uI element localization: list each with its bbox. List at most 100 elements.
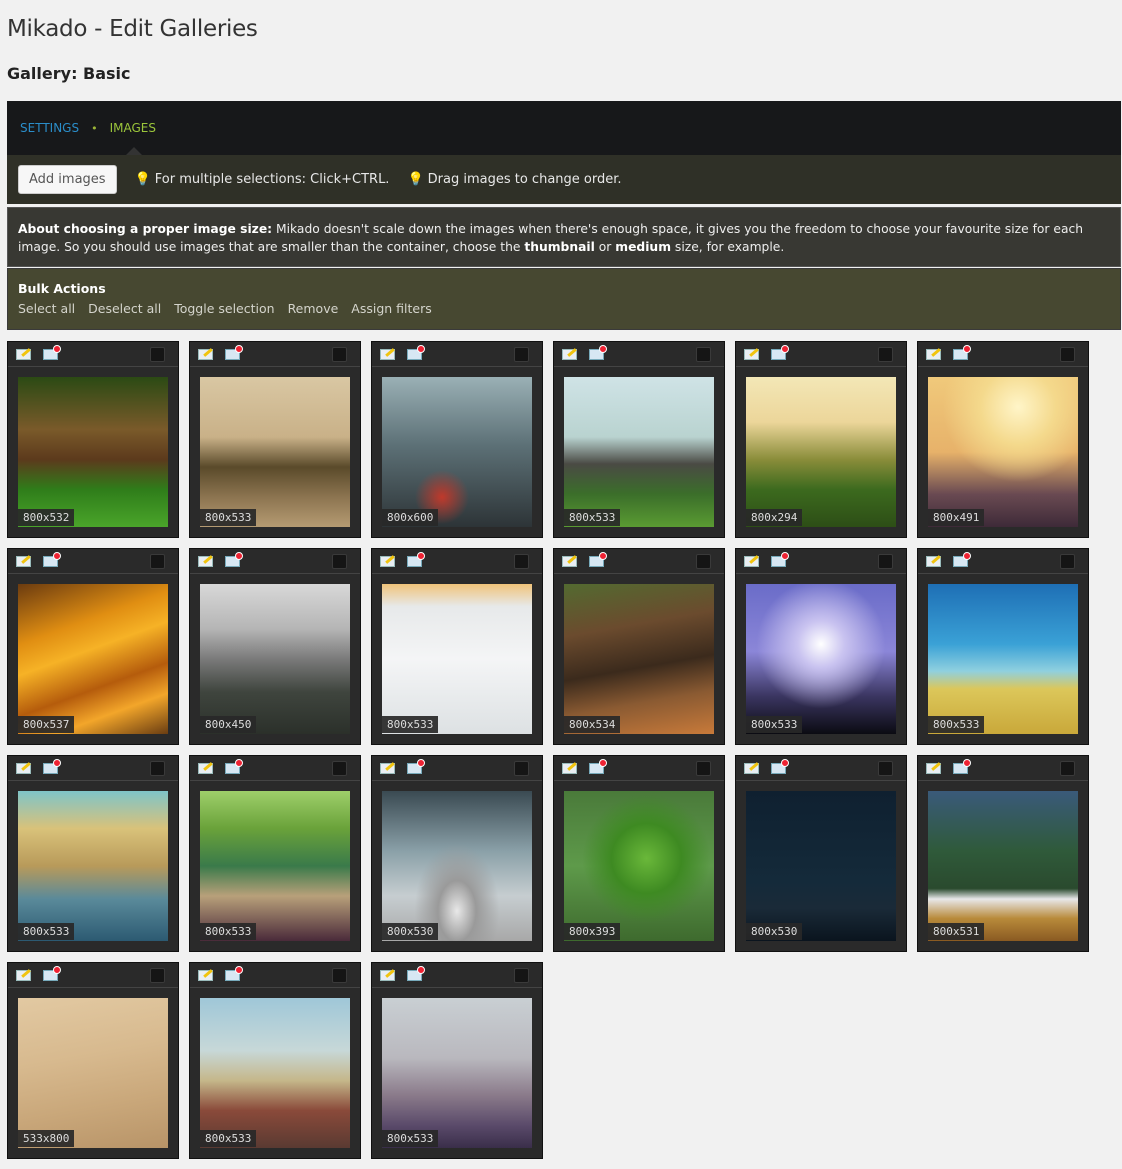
image-thumbnail[interactable] <box>382 791 532 941</box>
image-card[interactable]: 800x491 <box>917 341 1089 538</box>
edit-image-icon[interactable] <box>744 763 759 774</box>
image-thumbnail[interactable] <box>746 377 896 527</box>
delete-image-icon[interactable] <box>771 759 789 774</box>
select-image-checkbox[interactable] <box>514 554 529 569</box>
add-images-button[interactable]: Add images <box>18 165 117 194</box>
edit-image-icon[interactable] <box>562 763 577 774</box>
select-image-checkbox[interactable] <box>1060 554 1075 569</box>
image-thumbnail[interactable] <box>200 998 350 1148</box>
image-card[interactable]: 800x450 <box>189 548 361 745</box>
select-image-checkbox[interactable] <box>332 347 347 362</box>
select-image-checkbox[interactable] <box>514 968 529 983</box>
select-image-checkbox[interactable] <box>332 968 347 983</box>
image-card[interactable]: 800x533 <box>189 341 361 538</box>
assign-filters-link[interactable]: Assign filters <box>351 301 431 316</box>
image-card[interactable]: 800x393 <box>553 755 725 952</box>
delete-image-icon[interactable] <box>953 552 971 567</box>
delete-image-icon[interactable] <box>43 552 61 567</box>
edit-image-icon[interactable] <box>380 556 395 567</box>
edit-image-icon[interactable] <box>16 556 31 567</box>
edit-image-icon[interactable] <box>380 349 395 360</box>
select-image-checkbox[interactable] <box>696 761 711 776</box>
image-thumbnail[interactable] <box>200 791 350 941</box>
edit-image-icon[interactable] <box>380 763 395 774</box>
image-card[interactable]: 800x533 <box>7 755 179 952</box>
image-card[interactable]: 800x533 <box>735 548 907 745</box>
delete-image-icon[interactable] <box>953 759 971 774</box>
image-card[interactable]: 800x532 <box>7 341 179 538</box>
edit-image-icon[interactable] <box>562 556 577 567</box>
delete-image-icon[interactable] <box>43 759 61 774</box>
edit-image-icon[interactable] <box>744 556 759 567</box>
image-thumbnail[interactable] <box>18 584 168 734</box>
image-thumbnail[interactable] <box>382 584 532 734</box>
delete-image-icon[interactable] <box>589 345 607 360</box>
delete-image-icon[interactable] <box>43 345 61 360</box>
image-thumbnail[interactable] <box>18 377 168 527</box>
image-thumbnail[interactable] <box>564 791 714 941</box>
delete-image-icon[interactable] <box>589 759 607 774</box>
edit-image-icon[interactable] <box>926 556 941 567</box>
image-thumbnail[interactable] <box>18 791 168 941</box>
delete-image-icon[interactable] <box>771 552 789 567</box>
image-card[interactable]: 533x800 <box>7 962 179 1159</box>
image-card[interactable]: 800x600 <box>371 341 543 538</box>
image-card[interactable]: 800x533 <box>553 341 725 538</box>
edit-image-icon[interactable] <box>926 349 941 360</box>
remove-link[interactable]: Remove <box>288 301 339 316</box>
edit-image-icon[interactable] <box>198 349 213 360</box>
image-card[interactable]: 800x534 <box>553 548 725 745</box>
edit-image-icon[interactable] <box>198 763 213 774</box>
select-image-checkbox[interactable] <box>150 761 165 776</box>
select-image-checkbox[interactable] <box>1060 761 1075 776</box>
image-card[interactable]: 800x530 <box>371 755 543 952</box>
edit-image-icon[interactable] <box>380 970 395 981</box>
edit-image-icon[interactable] <box>16 763 31 774</box>
image-thumbnail[interactable] <box>928 791 1078 941</box>
deselect-all-link[interactable]: Deselect all <box>88 301 161 316</box>
select-image-checkbox[interactable] <box>514 761 529 776</box>
select-image-checkbox[interactable] <box>1060 347 1075 362</box>
image-card[interactable]: 800x537 <box>7 548 179 745</box>
image-thumbnail[interactable] <box>564 584 714 734</box>
image-thumbnail[interactable] <box>564 377 714 527</box>
edit-image-icon[interactable] <box>562 349 577 360</box>
delete-image-icon[interactable] <box>953 345 971 360</box>
select-image-checkbox[interactable] <box>150 347 165 362</box>
image-card[interactable]: 800x533 <box>189 962 361 1159</box>
delete-image-icon[interactable] <box>225 966 243 981</box>
select-image-checkbox[interactable] <box>878 554 893 569</box>
image-card[interactable]: 800x530 <box>735 755 907 952</box>
delete-image-icon[interactable] <box>407 345 425 360</box>
tab-images[interactable]: IMAGES <box>110 121 156 135</box>
image-card[interactable]: 800x533 <box>917 548 1089 745</box>
select-image-checkbox[interactable] <box>696 347 711 362</box>
select-image-checkbox[interactable] <box>150 554 165 569</box>
delete-image-icon[interactable] <box>225 552 243 567</box>
image-thumbnail[interactable] <box>928 377 1078 527</box>
edit-image-icon[interactable] <box>198 556 213 567</box>
select-all-link[interactable]: Select all <box>18 301 75 316</box>
edit-image-icon[interactable] <box>926 763 941 774</box>
image-thumbnail[interactable] <box>200 584 350 734</box>
edit-image-icon[interactable] <box>16 970 31 981</box>
edit-image-icon[interactable] <box>16 349 31 360</box>
image-thumbnail[interactable] <box>746 584 896 734</box>
delete-image-icon[interactable] <box>407 966 425 981</box>
image-card[interactable]: 800x533 <box>371 962 543 1159</box>
image-card[interactable]: 800x294 <box>735 341 907 538</box>
delete-image-icon[interactable] <box>407 759 425 774</box>
select-image-checkbox[interactable] <box>696 554 711 569</box>
image-thumbnail[interactable] <box>200 377 350 527</box>
delete-image-icon[interactable] <box>771 345 789 360</box>
image-thumbnail[interactable] <box>746 791 896 941</box>
select-image-checkbox[interactable] <box>332 761 347 776</box>
delete-image-icon[interactable] <box>407 552 425 567</box>
image-thumbnail[interactable] <box>382 377 532 527</box>
image-thumbnail[interactable] <box>382 998 532 1148</box>
tab-settings[interactable]: SETTINGS <box>20 121 79 135</box>
select-image-checkbox[interactable] <box>514 347 529 362</box>
edit-image-icon[interactable] <box>744 349 759 360</box>
image-card[interactable]: 800x533 <box>189 755 361 952</box>
edit-image-icon[interactable] <box>198 970 213 981</box>
